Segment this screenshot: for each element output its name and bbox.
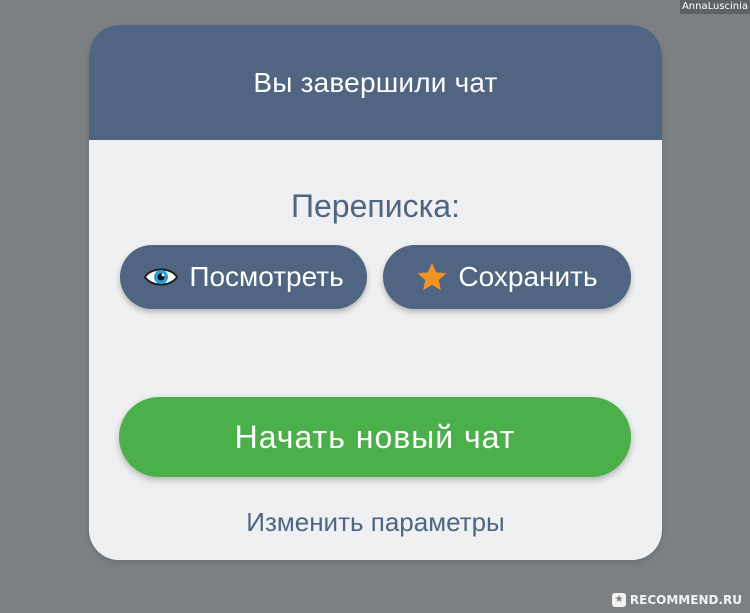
star-icon <box>416 261 448 293</box>
start-new-chat-label: Начать новый чат <box>234 418 516 455</box>
save-transcript-button[interactable]: Сохранить <box>383 245 631 309</box>
save-transcript-label: Сохранить <box>458 261 598 292</box>
dialog-title: Вы завершили чат <box>253 66 498 98</box>
recommend-logo-icon: ★ <box>611 593 626 607</box>
dialog-header: Вы завершили чат <box>89 25 662 140</box>
transcript-label: Переписка: <box>291 188 460 224</box>
eye-icon <box>143 265 179 289</box>
view-transcript-button[interactable]: Посмотреть <box>120 245 367 309</box>
watermark-site: ★ RECOMMEND.RU <box>611 593 742 607</box>
change-parameters-link[interactable]: Изменить параметры <box>89 507 662 538</box>
watermark-author: AnnaLuscinia <box>680 0 750 14</box>
chat-ended-dialog: Вы завершили чат Переписка: Посмотреть С… <box>89 25 662 560</box>
view-transcript-label: Посмотреть <box>189 261 344 292</box>
watermark-site-text: RECOMMEND.RU <box>629 593 742 607</box>
start-new-chat-button[interactable]: Начать новый чат <box>119 397 631 477</box>
